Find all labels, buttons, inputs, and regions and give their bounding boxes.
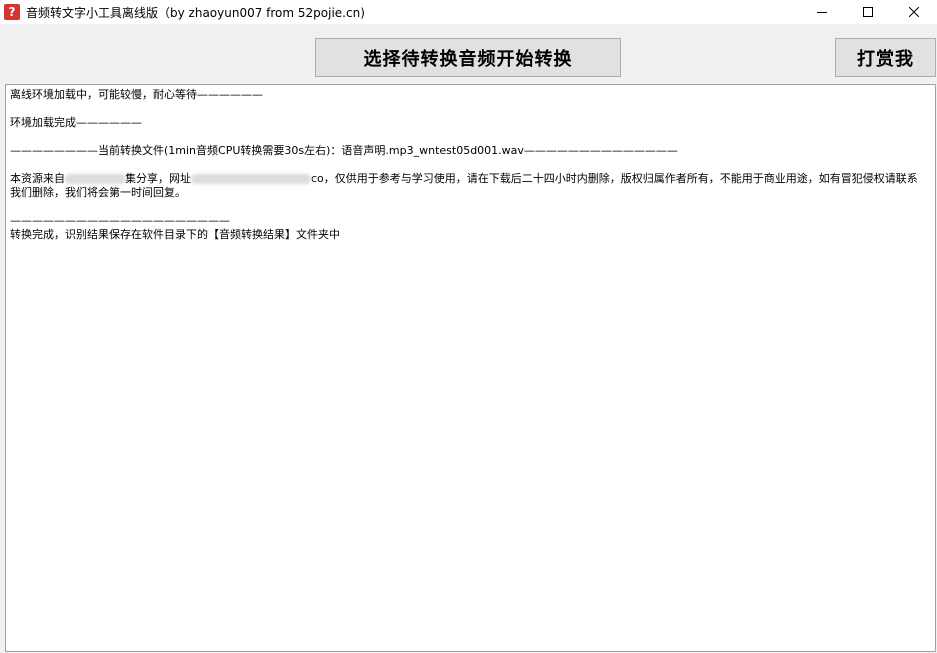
log-line-disclaimer: 本资源来自 集分享，网址 co，仅供用于参考与学习使用，请在下载后二十四小时内删除，… [10,172,928,200]
close-button[interactable] [891,0,937,24]
log-line-loading: 离线环境加载中，可能较慢，耐心等待—————— [10,88,263,101]
maximize-button[interactable] [845,0,891,24]
question-icon: ? [4,4,20,20]
minimize-icon [817,12,827,13]
window-title: 音频转文字小工具离线版（by zhaoyun007 from 52pojie.c… [26,5,365,20]
reward-button[interactable]: 打赏我 [835,38,936,77]
title-bar[interactable]: ? 音频转文字小工具离线版（by zhaoyun007 from 52pojie… [0,0,937,24]
disclaimer-part-b: 集分享，网址 [125,172,191,185]
select-audio-convert-button[interactable]: 选择待转换音频开始转换 [315,38,621,77]
log-line-current-file: ————————当前转换文件(1min音频CPU转换需要30s左右)：语音声明.… [10,144,678,157]
log-line-separator: ———————————————————— [10,214,230,227]
log-line-complete: 转换完成，识别结果保存在软件目录下的【音频转换结果】文件夹中 [10,228,340,241]
app-window: ? 音频转文字小工具离线版（by zhaoyun007 from 52pojie… [0,0,937,653]
minimize-button[interactable] [799,0,845,24]
log-output[interactable]: 离线环境加载中，可能较慢，耐心等待—————— 环境加载完成—————— ———… [5,84,936,652]
log-line-blank [10,200,931,214]
window-controls [799,0,937,24]
log-line-blank [10,102,931,116]
redacted-text [191,174,311,184]
disclaimer-part-a: 本资源来自 [10,172,65,185]
log-line-blank [10,158,931,172]
maximize-icon [863,7,873,17]
log-line-loaded: 环境加载完成—————— [10,116,142,129]
redacted-text [65,174,125,184]
log-line-blank [10,130,931,144]
close-icon [909,7,919,17]
